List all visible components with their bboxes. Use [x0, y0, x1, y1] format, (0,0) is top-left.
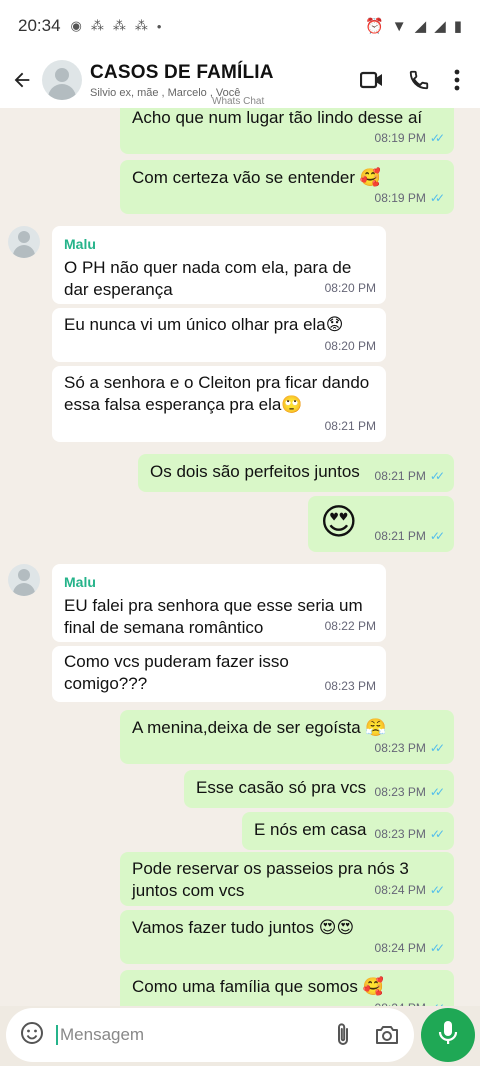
system-icons: ⏰ ▼ ◢ ◢ ▮: [365, 17, 462, 36]
record-icon: ◉: [70, 18, 82, 33]
message-text: Vamos fazer tudo juntos 😍😍: [132, 918, 355, 937]
message-time: 08:21 PM: [374, 469, 426, 483]
message-bubble-outgoing[interactable]: E nós em casa 08:23 PM ✓✓: [242, 812, 454, 850]
message-time: 08:20 PM: [324, 281, 376, 295]
read-ticks-icon: ✓✓: [429, 469, 445, 483]
camera-icon[interactable]: [374, 1024, 400, 1046]
read-ticks-icon: ✓✓: [429, 785, 445, 799]
message-text: Eu nunca vi um único olhar pra ela😟: [64, 315, 344, 334]
watermark: Whats Chat: [212, 96, 265, 107]
message-time: 08:20 PM: [324, 339, 376, 353]
app-icon: ⁂: [134, 18, 148, 33]
read-ticks-icon: ✓✓: [429, 941, 445, 955]
attach-icon[interactable]: [334, 1022, 352, 1048]
message-text: Com certeza vão se entender 🥰: [132, 168, 381, 187]
mic-button[interactable]: [421, 1008, 475, 1062]
message-bubble-outgoing[interactable]: Como uma família que somos 🥰 08:24 PM ✓✓: [120, 970, 454, 1006]
read-ticks-icon: ✓✓: [429, 191, 445, 205]
message-bubble-outgoing[interactable]: Vamos fazer tudo juntos 😍😍 08:24 PM ✓✓: [120, 910, 454, 964]
phone-icon[interactable]: [408, 69, 430, 91]
message-time: 08:23 PM: [374, 827, 426, 841]
read-ticks-icon: ✓✓: [429, 827, 445, 841]
read-ticks-icon: ✓✓: [429, 883, 445, 897]
message-text: Só a senhora e o Cleiton pra ficar dando…: [64, 373, 370, 414]
emoji-icon[interactable]: [20, 1021, 44, 1050]
message-bubble-outgoing[interactable]: Esse casão só pra vcs 08:23 PM ✓✓: [184, 770, 454, 808]
message-time: 08:22 PM: [324, 619, 376, 633]
message-bubble-outgoing[interactable]: A menina,deixa de ser egoísta 😤 08:23 PM…: [120, 710, 454, 764]
message-bubble-incoming[interactable]: Malu EU falei pra senhora que esse seria…: [52, 564, 386, 642]
message-bubble-incoming[interactable]: Só a senhora e o Cleiton pra ficar dando…: [52, 366, 386, 442]
signal-icon: ◢: [434, 18, 446, 35]
video-call-icon[interactable]: [360, 70, 384, 90]
battery-icon: ▮: [453, 18, 462, 35]
message-bubble-incoming[interactable]: Eu nunca vi um único olhar pra ela😟 08:2…: [52, 308, 386, 362]
sender-avatar[interactable]: [8, 226, 40, 258]
notification-icons: ◉ ⁂ ⁂ ⁂ •: [71, 18, 162, 34]
status-time: 20:34: [18, 16, 61, 35]
message-bubble-outgoing[interactable]: Acho que num lugar tão lindo desse aí 08…: [120, 108, 454, 154]
status-bar: 20:34 ◉ ⁂ ⁂ ⁂ • ⏰ ▼ ◢ ◢ ▮: [0, 0, 480, 52]
message-time: 08:24 PM: [374, 941, 426, 955]
sender-avatar[interactable]: [8, 564, 40, 596]
message-bubble-outgoing[interactable]: 😍 08:21 PM ✓✓: [308, 496, 454, 552]
message-text: Acho que num lugar tão lindo desse aí: [132, 108, 423, 127]
read-ticks-icon: ✓✓: [429, 741, 445, 755]
more-vert-icon[interactable]: [454, 69, 460, 91]
app-icon: ⁂: [112, 18, 126, 33]
mic-icon: [437, 1020, 459, 1051]
message-input[interactable]: Mensagem: [6, 1008, 414, 1062]
message-time: 08:23 PM: [374, 785, 426, 799]
message-bubble-outgoing[interactable]: Com certeza vão se entender 🥰 08:19 PM ✓✓: [120, 160, 454, 214]
read-ticks-icon: ✓✓: [429, 529, 445, 543]
read-ticks-icon: ✓✓: [429, 131, 445, 145]
message-time: 08:21 PM: [374, 529, 426, 543]
message-placeholder: Mensagem: [56, 1025, 312, 1045]
signal-icon: ◢: [414, 18, 427, 35]
message-time: 08:21 PM: [324, 419, 376, 433]
alarm-icon: ⏰: [365, 18, 384, 35]
sender-name: Malu: [64, 574, 96, 590]
sender-name: Malu: [64, 236, 96, 252]
app-icon: ⁂: [90, 18, 104, 33]
message-bubble-incoming[interactable]: Como vcs puderam fazer isso comigo??? 08…: [52, 646, 386, 702]
dot-icon: •: [156, 18, 162, 34]
group-avatar[interactable]: [42, 60, 82, 100]
message-time: 08:19 PM: [374, 131, 426, 145]
read-ticks-icon: ✓✓: [430, 997, 445, 1006]
message-text: Como uma família que somos 🥰: [132, 977, 384, 996]
group-title: CASOS DE FAMÍLIA: [90, 61, 274, 83]
wifi-icon: ▼: [391, 17, 407, 35]
message-bubble-incoming[interactable]: Malu O PH não quer nada com ela, para de…: [52, 226, 386, 304]
compose-bar: Mensagem: [0, 1006, 480, 1066]
message-time: 08:23 PM: [324, 679, 376, 693]
message-time: 08:23 PM: [374, 741, 426, 755]
message-time: 08:19 PM: [374, 191, 426, 205]
message-text: Como vcs puderam fazer isso comigo???: [64, 652, 289, 693]
message-bubble-outgoing[interactable]: Os dois são perfeitos juntos 08:21 PM ✓✓: [138, 454, 454, 492]
message-time: 08:24 PM: [374, 883, 426, 897]
message-text: A menina,deixa de ser egoísta 😤: [132, 718, 387, 737]
message-bubble-outgoing[interactable]: Pode reservar os passeios pra nós 3 junt…: [120, 852, 454, 906]
back-arrow-icon[interactable]: [2, 52, 42, 108]
message-time: 08:24 PM: [375, 997, 426, 1006]
group-info[interactable]: CASOS DE FAMÍLIA Silvio ex, mãe , Marcel…: [90, 62, 360, 99]
message-text: O PH não quer nada com ela, para de dar …: [64, 258, 352, 299]
chat-area[interactable]: Acho que num lugar tão lindo desse aí 08…: [0, 108, 480, 1006]
